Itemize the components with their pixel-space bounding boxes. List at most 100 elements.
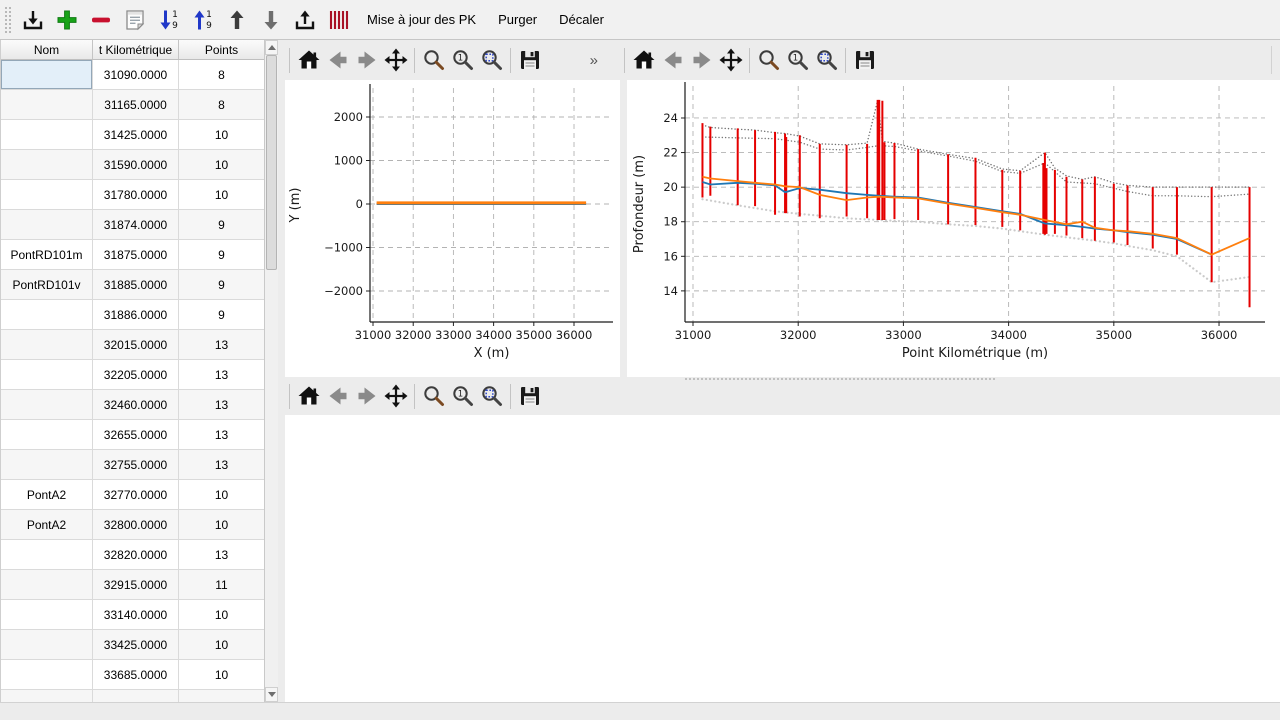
cell-points[interactable]: 11 [179, 570, 264, 600]
header-point-kilometrique[interactable]: t Kilométrique [93, 40, 179, 59]
forward-button[interactable] [352, 45, 381, 75]
cell-pk[interactable]: 32755.0000 [93, 450, 179, 480]
cell-nom[interactable] [1, 90, 93, 120]
pan-button[interactable] [716, 45, 745, 75]
cell-nom[interactable] [1, 300, 93, 330]
shift-button[interactable]: Décaler [548, 4, 615, 36]
pan-button[interactable] [381, 45, 410, 75]
cell-nom[interactable]: PontA2 [1, 510, 93, 540]
cell-pk[interactable]: 32655.0000 [93, 420, 179, 450]
save-button[interactable] [850, 45, 879, 75]
notes-button[interactable] [118, 4, 152, 36]
profile-plot-canvas[interactable]: 3100032000330003400035000360001416182022… [627, 80, 1280, 377]
cell-nom[interactable] [1, 600, 93, 630]
cell-points[interactable]: 10 [179, 180, 264, 210]
cell-points[interactable]: 8 [179, 60, 264, 90]
zoom-button[interactable] [754, 45, 783, 75]
cell-nom[interactable] [1, 690, 93, 702]
cell-pk[interactable]: 31780.0000 [93, 180, 179, 210]
cell-nom[interactable] [1, 60, 93, 90]
cell-nom[interactable]: PontRD101m [1, 240, 93, 270]
update-pk-button[interactable]: Mise à jour des PK [356, 4, 487, 36]
cell-nom[interactable] [1, 540, 93, 570]
cell-points[interactable]: 10 [179, 510, 264, 540]
cell-pk[interactable]: 31090.0000 [93, 60, 179, 90]
cell-pk[interactable]: 31165.0000 [93, 90, 179, 120]
xy-plot-canvas[interactable]: 310003200033000340003500036000−2000−1000… [285, 80, 620, 377]
cell-pk[interactable]: 33425.0000 [93, 630, 179, 660]
cell-points[interactable]: 10 [179, 150, 264, 180]
cell-nom[interactable] [1, 390, 93, 420]
panel-splitter[interactable] [278, 40, 285, 702]
sort-number-asc-button[interactable]: 19 [186, 4, 220, 36]
zoom-fit-button[interactable] [812, 45, 841, 75]
cell-pk[interactable]: 32460.0000 [93, 390, 179, 420]
splitter-grip-dots[interactable] [685, 378, 995, 380]
back-button[interactable] [658, 45, 687, 75]
cell-pk[interactable]: 31886.0000 [93, 300, 179, 330]
zoom-fit-button[interactable] [477, 45, 506, 75]
scrollbar-track[interactable] [265, 55, 278, 687]
cell-points[interactable]: 9 [179, 210, 264, 240]
cell-pk[interactable]: 31425.0000 [93, 120, 179, 150]
cell-pk[interactable]: 32800.0000 [93, 510, 179, 540]
toolbar-grip[interactable] [5, 7, 11, 33]
table-scrollbar[interactable] [264, 40, 278, 702]
stripes-button[interactable] [322, 4, 356, 36]
export-button[interactable] [288, 4, 322, 36]
forward-button[interactable] [687, 45, 716, 75]
cell-nom[interactable] [1, 660, 93, 690]
cell-points[interactable]: 10 [179, 480, 264, 510]
header-points[interactable]: Points [179, 40, 264, 59]
home-button[interactable] [629, 45, 658, 75]
back-button[interactable] [323, 45, 352, 75]
cell-pk[interactable]: 32915.0000 [93, 570, 179, 600]
sort-number-desc-button[interactable]: 19 [152, 4, 186, 36]
cell-nom[interactable] [1, 360, 93, 390]
cell-points[interactable]: 9 [179, 240, 264, 270]
cell-points[interactable] [179, 690, 264, 702]
zoom-button[interactable] [419, 381, 448, 411]
cell-pk[interactable]: 32015.0000 [93, 330, 179, 360]
purge-button[interactable]: Purger [487, 4, 548, 36]
empty-plot-canvas[interactable] [285, 415, 1280, 702]
cell-nom[interactable] [1, 150, 93, 180]
cell-points[interactable]: 10 [179, 630, 264, 660]
scroll-down-button[interactable] [265, 687, 278, 702]
cell-pk[interactable]: 31590.0000 [93, 150, 179, 180]
cell-points[interactable]: 13 [179, 330, 264, 360]
cell-nom[interactable] [1, 180, 93, 210]
zoom-one-button[interactable]: 1 [448, 45, 477, 75]
cell-points[interactable]: 10 [179, 120, 264, 150]
cell-nom[interactable]: PontRD101v [1, 270, 93, 300]
add-button[interactable] [50, 4, 84, 36]
save-button[interactable] [515, 381, 544, 411]
cell-nom[interactable] [1, 330, 93, 360]
cell-points[interactable]: 13 [179, 420, 264, 450]
pan-button[interactable] [381, 381, 410, 411]
cell-pk[interactable]: 33140.0000 [93, 600, 179, 630]
move-down-button[interactable] [254, 4, 288, 36]
save-button[interactable] [515, 45, 544, 75]
forward-button[interactable] [352, 381, 381, 411]
cell-points[interactable]: 13 [179, 390, 264, 420]
cell-pk[interactable]: 31885.0000 [93, 270, 179, 300]
header-nom[interactable]: Nom [1, 40, 93, 59]
import-button[interactable] [16, 4, 50, 36]
cell-points[interactable]: 13 [179, 540, 264, 570]
cell-points[interactable]: 13 [179, 450, 264, 480]
move-up-button[interactable] [220, 4, 254, 36]
cell-nom[interactable] [1, 630, 93, 660]
cell-points[interactable]: 10 [179, 660, 264, 690]
zoom-one-button[interactable]: 1 [783, 45, 812, 75]
cell-nom[interactable] [1, 450, 93, 480]
cell-nom[interactable] [1, 570, 93, 600]
home-button[interactable] [294, 381, 323, 411]
cell-points[interactable]: 10 [179, 600, 264, 630]
cell-nom[interactable]: PontA2 [1, 480, 93, 510]
cell-pk[interactable]: 32770.0000 [93, 480, 179, 510]
cell-nom[interactable] [1, 420, 93, 450]
cell-pk[interactable]: 33685.0000 [93, 660, 179, 690]
cell-points[interactable]: 9 [179, 270, 264, 300]
cell-pk[interactable] [93, 690, 179, 702]
